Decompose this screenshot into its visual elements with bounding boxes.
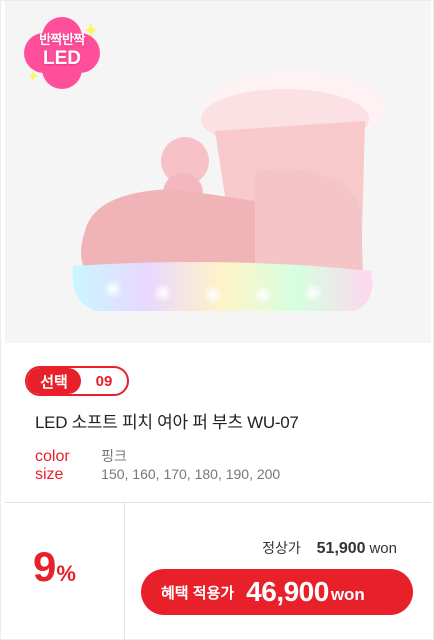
regular-price: 51,900 <box>316 540 366 557</box>
regular-price-label: 정상가 <box>262 540 301 556</box>
discount-rate: 9% <box>33 543 76 591</box>
size-row: size 150, 160, 170, 180, 190, 200 <box>35 466 280 484</box>
price-area: 9% 정상가 51,900 won 혜택 적용가 46,900 won <box>5 503 431 639</box>
badge-text-line1: 반짝반짝 <box>39 32 85 47</box>
regular-price-row: 정상가 51,900 won <box>262 538 397 558</box>
select-number: 09 <box>95 372 113 390</box>
product-info: 선택 09 LED 소프트 피치 여아 퍼 부츠 WU-07 color 핑크 … <box>5 346 431 502</box>
color-value: 핑크 <box>101 448 127 464</box>
sale-price-label: 혜택 적용가 <box>161 584 235 602</box>
color-row: color 핑크 <box>35 446 127 466</box>
color-label: color <box>35 448 70 465</box>
select-tag[interactable]: 선택 09 <box>25 366 129 396</box>
size-label: size <box>35 466 64 483</box>
sale-price: 46,900 <box>246 576 329 607</box>
product-name[interactable]: LED 소프트 피치 여아 퍼 부츠 WU-07 <box>35 408 299 433</box>
discount-percent: % <box>56 561 76 586</box>
regular-price-unit: won <box>369 540 397 557</box>
product-image[interactable]: 반짝반짝 LED <box>5 1 431 343</box>
size-value: 150, 160, 170, 180, 190, 200 <box>101 466 281 482</box>
product-card[interactable]: 반짝반짝 LED 선택 09 LED 소프트 피치 여아 퍼 부츠 WU-07 … <box>0 0 434 640</box>
sale-price-unit: won <box>330 585 365 604</box>
sale-price-button[interactable]: 혜택 적용가 46,900 won <box>141 569 413 615</box>
select-label: 선택 <box>27 368 81 394</box>
pink-led-boot-image <box>72 71 385 311</box>
discount-cell: 9% <box>5 503 125 639</box>
discount-number: 9 <box>33 543 57 590</box>
